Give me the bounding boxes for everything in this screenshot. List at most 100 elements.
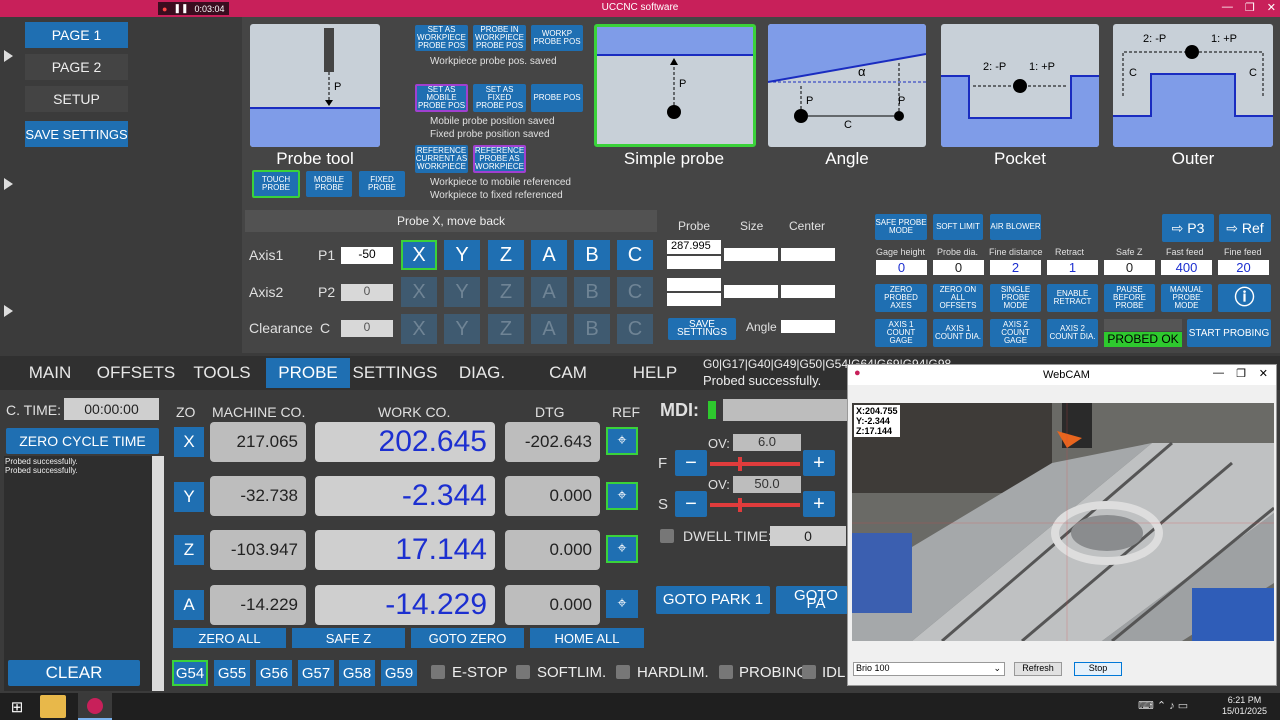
clock[interactable]: 6:21 PM 15/01/2025	[1222, 695, 1267, 717]
clearance-a-button[interactable]: A	[531, 314, 567, 344]
safe-z-input[interactable]: 0	[1104, 260, 1155, 275]
tab-help[interactable]: HELP	[612, 358, 698, 388]
dwell-checkbox[interactable]	[660, 529, 674, 543]
zero-all-button[interactable]: ZERO ALL	[173, 628, 286, 648]
expand-arrow-icon[interactable]	[4, 178, 13, 190]
zero-x-button[interactable]: X	[174, 427, 204, 457]
zero-cycle-time-button[interactable]: ZERO CYCLE TIME	[6, 428, 159, 454]
tab-settings[interactable]: SETTINGS	[352, 358, 438, 388]
tab-main[interactable]: MAIN	[8, 358, 92, 388]
axis2-z-button[interactable]: Z	[488, 277, 524, 307]
home-all-button[interactable]: HOME ALL	[530, 628, 644, 648]
ref-a-button[interactable]: ⌖	[606, 590, 638, 618]
probe-in-workpiece-button[interactable]: PROBE IN WORKPIECE PROBE POS	[473, 25, 526, 51]
g56-button[interactable]: G56	[256, 660, 292, 686]
axis2-a-button[interactable]: A	[531, 277, 567, 307]
clearance-c-button[interactable]: C	[617, 314, 653, 344]
soft-limit-button[interactable]: SOFT LIMIT	[933, 214, 983, 240]
g58-button[interactable]: G58	[339, 660, 375, 686]
start-probing-button[interactable]: START PROBING	[1187, 319, 1271, 347]
goto-zero-button[interactable]: GOTO ZERO	[411, 628, 524, 648]
probe-dia-input[interactable]: 0	[933, 260, 984, 275]
p1-input[interactable]: -50	[341, 247, 393, 264]
axis1-b-button[interactable]: B	[574, 240, 610, 270]
reference-current-button[interactable]: REFERENCE CURRENT AS WORKPIECE	[415, 145, 468, 173]
goto-probe-pos-button[interactable]: PROBE POS	[531, 84, 583, 112]
axis1-count-gage-button[interactable]: AXIS 1 COUNT GAGE	[875, 319, 927, 347]
pocket-card[interactable]: 2: -P 1: +P	[941, 24, 1099, 147]
outer-card[interactable]: 2: -P 1: +P C C	[1113, 24, 1273, 147]
clearance-z-button[interactable]: Z	[488, 314, 524, 344]
axis2-c-button[interactable]: C	[617, 277, 653, 307]
pause-before-probe-button[interactable]: PAUSE BEFORE PROBE	[1104, 284, 1155, 312]
goto-park2-button[interactable]: GOTO PA	[776, 586, 848, 614]
axis2-x-button[interactable]: X	[401, 277, 437, 307]
expand-arrow-icon[interactable]	[4, 50, 13, 62]
c-input[interactable]: 0	[341, 320, 393, 337]
single-probe-mode-button[interactable]: SINGLE PROBE MODE	[990, 284, 1041, 312]
zero-y-button[interactable]: Y	[174, 482, 204, 512]
enable-retract-button[interactable]: ENABLE RETRACT	[1047, 284, 1098, 312]
axis1-y-button[interactable]: Y	[444, 240, 480, 270]
gage-height-input[interactable]: 0	[876, 260, 927, 275]
ref-x-button[interactable]: ⌖	[606, 427, 638, 455]
zero-a-button[interactable]: A	[174, 590, 204, 620]
axis2-y-button[interactable]: Y	[444, 277, 480, 307]
axis1-count-dia-button[interactable]: AXIS 1 COUNT DIA.	[933, 319, 983, 347]
info-icon[interactable]: ⓘ	[1218, 284, 1271, 312]
axis2-count-dia-button[interactable]: AXIS 2 COUNT DIA.	[1047, 319, 1098, 347]
pause-icon[interactable]: ❚❚	[173, 3, 188, 14]
set-fixed-probe-pos-button[interactable]: SET AS FIXED PROBE POS	[473, 84, 526, 112]
webcam-titlebar[interactable]: ● WebCAM — ❐ ✕	[848, 365, 1276, 385]
maximize-icon[interactable]: ❐	[1245, 1, 1255, 14]
save-settings-button[interactable]: SAVE SETTINGS	[668, 318, 736, 340]
goto-workpiece-probe-pos-button[interactable]: WORKP PROBE POS	[531, 25, 583, 51]
clear-log-button[interactable]: CLEAR	[8, 660, 140, 686]
g55-button[interactable]: G55	[214, 660, 250, 686]
save-settings-nav-button[interactable]: SAVE SETTINGS	[25, 121, 128, 147]
uccnc-taskbar-icon[interactable]	[78, 693, 112, 720]
setup-button[interactable]: SETUP	[25, 86, 128, 112]
touch-probe-button[interactable]: TOUCH PROBE	[252, 170, 300, 198]
work-a-value[interactable]: -14.229	[315, 585, 495, 625]
feed-decrease-button[interactable]: −	[675, 450, 707, 476]
page1-button[interactable]: PAGE 1	[25, 22, 128, 48]
stop-button[interactable]: Stop	[1074, 662, 1122, 676]
air-blower-button[interactable]: AIR BLOWER	[990, 214, 1041, 240]
safe-probe-mode-button[interactable]: SAFE PROBE MODE	[875, 214, 927, 240]
close-icon[interactable]: ✕	[1259, 367, 1268, 380]
webcam-window[interactable]: ● WebCAM — ❐ ✕ X:204.755 Y:-2.344 Z:17.1…	[847, 364, 1277, 686]
camera-select[interactable]: Brio 100 ⌄	[853, 662, 1005, 676]
zero-z-button[interactable]: Z	[174, 535, 204, 565]
clearance-b-button[interactable]: B	[574, 314, 610, 344]
axis1-x-button[interactable]: X	[401, 240, 437, 270]
recorder-widget[interactable]: ● ❚❚ 0:03:04	[158, 2, 229, 15]
spindle-slider-handle[interactable]	[738, 498, 742, 512]
clearance-y-button[interactable]: Y	[444, 314, 480, 344]
safe-z-button[interactable]: SAFE Z	[292, 628, 405, 648]
work-y-value[interactable]: -2.344	[315, 476, 495, 516]
tab-diag[interactable]: DIAG.	[440, 358, 524, 388]
set-mobile-probe-pos-button[interactable]: SET AS MOBILE PROBE POS	[415, 84, 468, 112]
tray-icons[interactable]: ⌨ ⌃ ♪ ▭	[1138, 699, 1188, 712]
work-z-value[interactable]: 17.144	[315, 530, 495, 570]
fine-feed-input[interactable]: 20	[1218, 260, 1269, 275]
feed-increase-button[interactable]: +	[803, 450, 835, 476]
axis1-z-button[interactable]: Z	[488, 240, 524, 270]
axis1-c-button[interactable]: C	[617, 240, 653, 270]
spindle-slider[interactable]	[710, 498, 800, 512]
p2-input[interactable]: 0	[341, 284, 393, 301]
spindle-decrease-button[interactable]: −	[675, 491, 707, 517]
work-x-value[interactable]: 202.645	[315, 422, 495, 462]
probe-tool-card[interactable]: P	[250, 24, 380, 147]
manual-probe-mode-button[interactable]: MANUAL PROBE MODE	[1161, 284, 1212, 312]
goto-ref-button[interactable]: ⇨ Ref	[1219, 214, 1271, 242]
goto-park1-button[interactable]: GOTO PARK 1	[656, 586, 770, 614]
fixed-probe-button[interactable]: FIXED PROBE	[359, 171, 405, 197]
feed-slider-handle[interactable]	[738, 457, 742, 471]
ref-z-button[interactable]: ⌖	[606, 535, 638, 563]
file-explorer-icon[interactable]	[40, 695, 66, 718]
fast-feed-input[interactable]: 400	[1161, 260, 1212, 275]
axis2-count-gage-button[interactable]: AXIS 2 COUNT GAGE	[990, 319, 1041, 347]
log-scrollbar[interactable]	[152, 456, 164, 691]
